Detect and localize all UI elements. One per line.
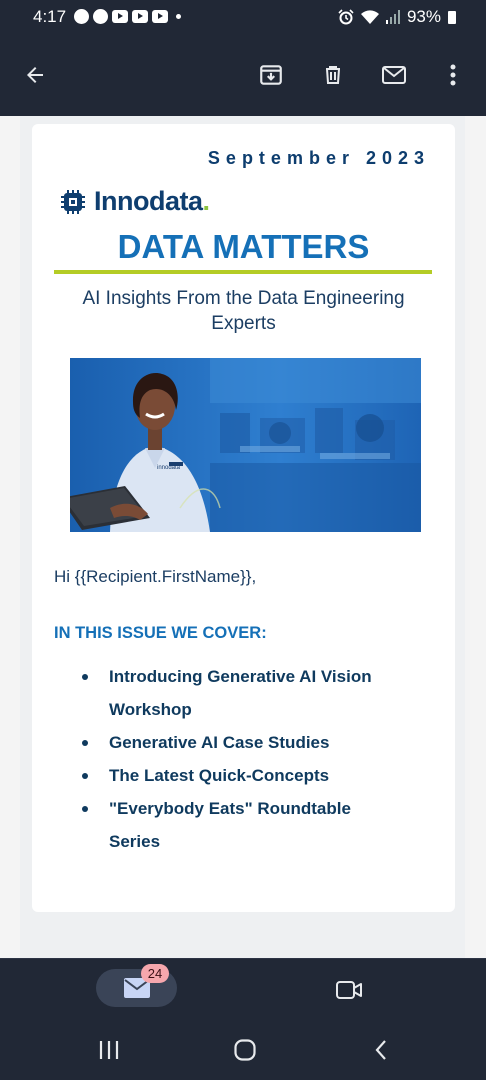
meet-icon <box>336 981 362 999</box>
home-icon <box>234 1039 256 1061</box>
hero-illustration: innodata <box>70 358 421 532</box>
youtube-icon <box>152 10 168 23</box>
hero-image[interactable]: innodata <box>70 358 421 532</box>
innodata-logo[interactable]: Innodata. <box>60 186 210 217</box>
newsletter-title: DATA MATTERS <box>117 228 370 265</box>
chip-logo-icon <box>61 189 85 214</box>
title-divider <box>54 270 432 274</box>
newsletter-subtitle: AI Insights From the Data Engineering Ex… <box>82 288 405 334</box>
more-dot-icon <box>176 14 181 19</box>
hero-shirt-logo: innodata <box>157 465 181 471</box>
delete-icon <box>326 66 340 84</box>
mark-unread-icon <box>382 66 406 84</box>
youtube-icon <box>112 10 128 23</box>
signal-icon <box>385 10 400 24</box>
notification-icons <box>74 9 181 24</box>
meet-tab[interactable] <box>332 973 366 1007</box>
issue-topics-list: Introducing Generative AI Vision Worksho… <box>82 660 402 858</box>
messenger-icon <box>93 9 108 24</box>
issue-date: September 2023 <box>207 148 430 168</box>
system-back-button[interactable] <box>365 1034 397 1066</box>
status-bar: 4:17 93% <box>0 0 486 34</box>
more-vert-icon <box>450 64 456 86</box>
back-button[interactable] <box>13 53 57 97</box>
delete-button[interactable] <box>311 53 355 97</box>
email-body[interactable]: September 2023 Innodata. DATA MATTERS AI… <box>0 116 486 958</box>
recents-icon <box>99 1041 119 1059</box>
unread-count-badge: 24 <box>141 964 169 983</box>
list-item: Introducing Generative AI Vision Worksho… <box>82 660 402 726</box>
newsletter-card: September 2023 Innodata. DATA MATTERS AI… <box>32 124 455 912</box>
more-options-button[interactable] <box>431 53 475 97</box>
system-navigation <box>0 1020 486 1080</box>
list-item: The Latest Quick-Concepts <box>82 759 402 792</box>
recents-button[interactable] <box>93 1034 125 1066</box>
email-toolbar <box>0 34 486 116</box>
youtube-icon <box>132 10 148 23</box>
battery-percent: 93% <box>406 7 441 26</box>
mark-unread-button[interactable] <box>372 53 416 97</box>
battery-icon <box>448 10 456 24</box>
section-heading: IN THIS ISSUE WE COVER: <box>54 624 267 642</box>
status-time: 4:17 <box>33 7 67 26</box>
whatsapp-icon <box>74 9 89 24</box>
archive-button[interactable] <box>249 53 293 97</box>
email-container: September 2023 Innodata. DATA MATTERS AI… <box>20 116 465 958</box>
alarm-icon <box>338 9 354 25</box>
bottom-navigation: 24 <box>0 958 486 1020</box>
archive-icon <box>260 65 282 85</box>
wifi-icon <box>360 9 379 24</box>
back-arrow-icon <box>27 67 43 83</box>
home-button[interactable] <box>229 1034 261 1066</box>
list-item: "Everybody Eats" Roundtable Series <box>82 792 402 858</box>
back-icon <box>375 1040 386 1060</box>
greeting: Hi {{Recipient.FirstName}}, <box>54 567 257 586</box>
list-item: Generative AI Case Studies <box>82 726 402 759</box>
system-status: 93% <box>338 7 456 27</box>
logo-wordmark: Innodata. <box>94 186 210 216</box>
